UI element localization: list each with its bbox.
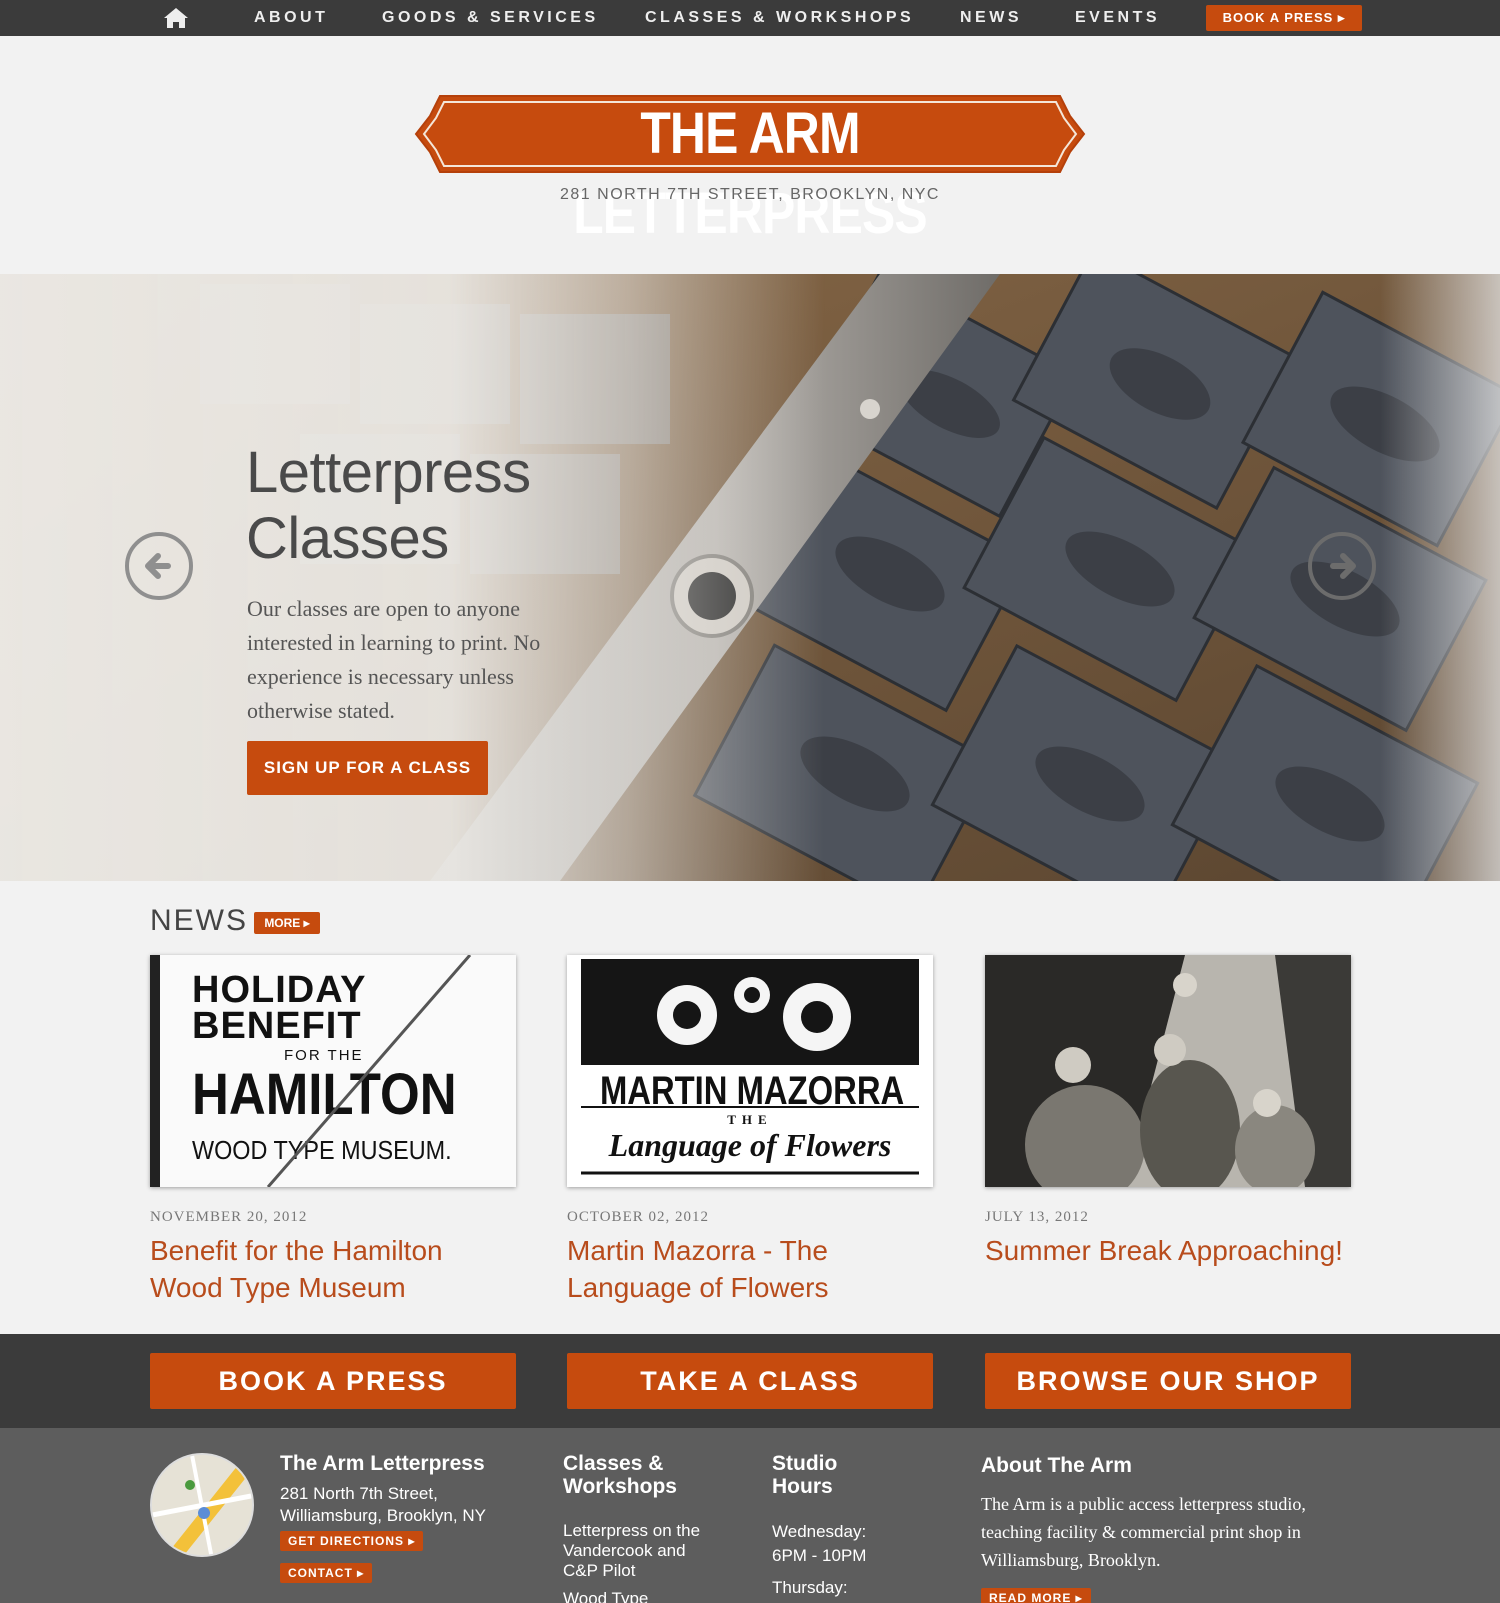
news-card: HOLIDAY BENEFIT FOR THE HAMILTON WOOD TY… — [150, 955, 516, 1306]
footer: The Arm Letterpress 281 North 7th Street… — [0, 1428, 1500, 1603]
footer-classes-link[interactable]: Letterpress on the Vandercook and C&P Pi… — [563, 1521, 723, 1581]
map-thumbnail[interactable] — [150, 1453, 254, 1557]
news-title-link[interactable]: Summer Break Approaching! — [985, 1232, 1351, 1269]
footer-address-line2: Williamsburg, Brooklyn, NY — [280, 1506, 486, 1525]
cta-band: BOOK A PRESS TAKE A CLASS BROWSE OUR SHO… — [0, 1334, 1500, 1428]
footer-about-heading: About The Arm — [981, 1454, 1132, 1477]
get-directions-button[interactable]: GET DIRECTIONS ▸ — [280, 1531, 424, 1551]
poster-line: Language of Flowers — [608, 1127, 892, 1163]
footer-hours-time: 6PM - 10PM — [772, 1546, 867, 1565]
news-date: OCTOBER 02, 2012 — [567, 1209, 709, 1225]
top-nav: ABOUT GOODS & SERVICES CLASSES & WORKSHO… — [0, 0, 1500, 36]
news-more-button[interactable]: MORE ▸ — [254, 912, 320, 934]
news-date: NOVEMBER 20, 2012 — [150, 1209, 308, 1225]
take-class-button[interactable]: TAKE A CLASS — [567, 1353, 933, 1409]
read-more-button[interactable]: READ MORE ▸ — [981, 1588, 1091, 1603]
arrow-left-icon[interactable] — [124, 531, 194, 601]
news-card: MARTIN MAZORRA THE Language of Flowers O… — [567, 955, 933, 1306]
footer-hours-heading: Studio Hours — [772, 1452, 838, 1498]
hero-overlay-right — [0, 274, 1500, 881]
site-logo[interactable]: THE ARM LETTERPRESS — [414, 94, 1086, 246]
footer-studio-name: The Arm Letterpress — [280, 1452, 485, 1475]
book-press-button[interactable]: BOOK A PRESS — [150, 1353, 516, 1409]
news-date: JULY 13, 2012 — [985, 1209, 1089, 1225]
news-image-summer[interactable] — [985, 955, 1351, 1187]
nav-events[interactable]: EVENTS — [1075, 9, 1160, 27]
footer-classes-link[interactable]: Wood Type — [563, 1588, 723, 1603]
nav-news[interactable]: NEWS — [960, 9, 1022, 27]
news-image-mazorra[interactable]: MARTIN MAZORRA THE Language of Flowers — [567, 955, 933, 1187]
poster-line: THE — [727, 1112, 773, 1127]
logo-text: THE ARM LETTERPRESS — [573, 101, 927, 246]
nav-book-press-button[interactable]: BOOK A PRESS ▸ — [1206, 5, 1362, 31]
news-title-link[interactable]: Martin Mazorra - The Language of Flowers — [567, 1232, 933, 1306]
home-icon[interactable] — [162, 7, 190, 29]
nav-about[interactable]: ABOUT — [254, 9, 328, 27]
nav-goods-services[interactable]: GOODS & SERVICES — [382, 9, 599, 27]
footer-hours-day: Wednesday: — [772, 1522, 867, 1541]
header-address: 281 NORTH 7TH STREET, BROOKLYN, NYC — [560, 186, 940, 203]
poster-rod — [266, 955, 472, 1187]
news-image-hamilton[interactable]: HOLIDAY BENEFIT FOR THE HAMILTON WOOD TY… — [150, 955, 516, 1187]
footer-hours-day: Thursday: — [772, 1578, 848, 1597]
poster-line: MARTIN MAZORRA — [599, 1069, 905, 1113]
map-icon — [152, 1455, 252, 1555]
footer-classes-heading: Classes & Workshops — [563, 1452, 677, 1498]
news-title-link[interactable]: Benefit for the Hamilton Wood Type Museu… — [150, 1232, 516, 1306]
news-heading: NEWS — [150, 904, 248, 937]
contact-button[interactable]: CONTACT ▸ — [280, 1563, 373, 1583]
sign-up-class-button[interactable]: SIGN UP FOR A CLASS — [247, 741, 488, 795]
news-card: JULY 13, 2012 Summer Break Approaching! — [985, 955, 1351, 1269]
nav-classes-workshops[interactable]: CLASSES & WORKSHOPS — [645, 9, 914, 27]
arrow-right-icon[interactable] — [1307, 531, 1377, 601]
summer-photo — [985, 955, 1351, 1187]
footer-about-text: The Arm is a public access letterpress s… — [981, 1494, 1306, 1570]
hero-slider: Letterpress Classes Our classes are open… — [0, 274, 1500, 881]
footer-address-line1: 281 North 7th Street, — [280, 1484, 438, 1503]
hero-text: Our classes are open to anyone intereste… — [247, 596, 541, 723]
browse-shop-button[interactable]: BROWSE OUR SHOP — [985, 1353, 1351, 1409]
hero-title: Letterpress Classes — [246, 440, 531, 571]
